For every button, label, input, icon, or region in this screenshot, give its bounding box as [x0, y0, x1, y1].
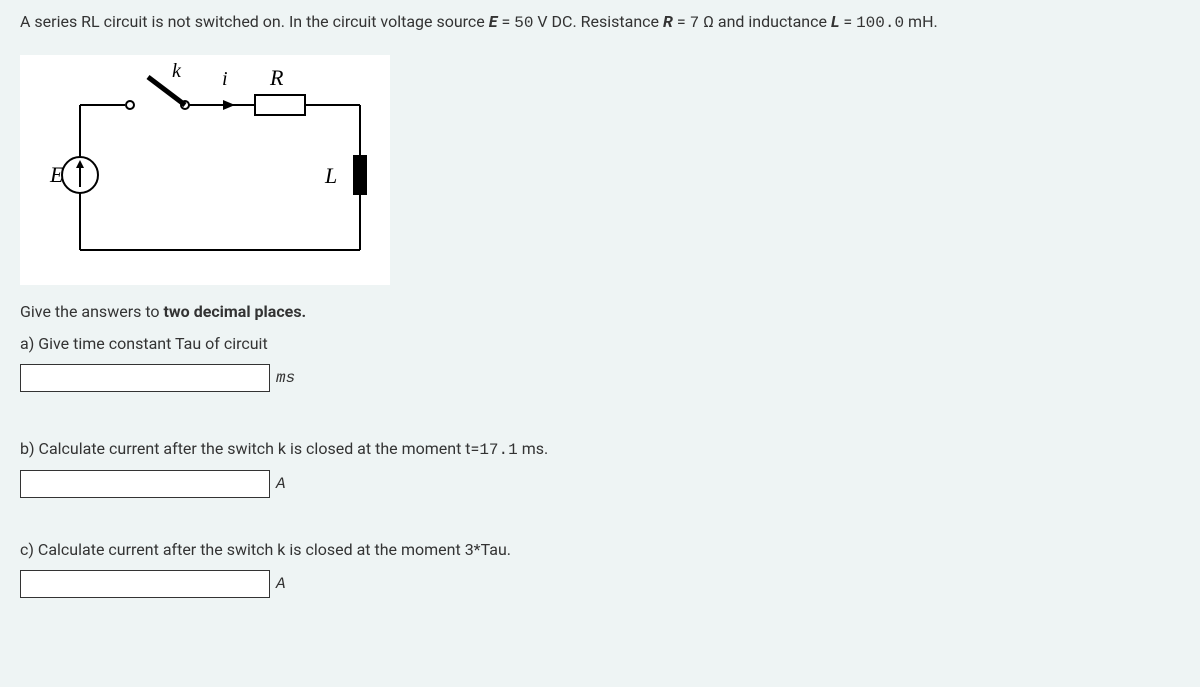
label-L: L [324, 163, 337, 188]
unit-a: ms [276, 366, 295, 390]
var-L-label: L [831, 12, 839, 31]
label-E: E [49, 162, 64, 187]
problem-statement: A series RL circuit is not switched on. … [20, 10, 1180, 35]
R-equals: = [677, 12, 690, 31]
E-unit: V DC. Resistance [537, 12, 663, 31]
unit-c: A [276, 572, 286, 596]
L-equals: = [843, 12, 856, 31]
question-b-text: b) Calculate current after the switch k … [20, 437, 1180, 462]
precision-part1: Give the answers to [20, 302, 164, 321]
answer-input-c[interactable] [20, 570, 270, 598]
var-R-label: R [663, 12, 673, 31]
E-value: 50 [514, 14, 533, 32]
question-b-part2: ms. [518, 439, 548, 458]
question-b-part1: b) Calculate current after the switch k … [20, 439, 479, 458]
question-b-tvalue: 17.1 [479, 441, 517, 459]
precision-bold: two decimal places. [164, 302, 307, 321]
E-equals: = [501, 12, 514, 31]
answer-row-b: A [20, 470, 1180, 498]
intro-text: A series RL circuit is not switched on. … [20, 12, 489, 31]
label-i: i [222, 68, 228, 90]
precision-instruction: Give the answers to two decimal places. [20, 300, 1180, 324]
answer-row-c: A [20, 570, 1180, 598]
question-c-text: c) Calculate current after the switch k … [20, 538, 1180, 562]
answer-input-b[interactable] [20, 470, 270, 498]
label-R: R [269, 65, 284, 90]
R-value: 7 [690, 14, 700, 32]
var-E-label: E [489, 12, 498, 31]
L-unit: mH. [908, 12, 938, 31]
unit-b: A [276, 472, 286, 496]
L-value: 100.0 [856, 14, 904, 32]
R-unit: Ω and inductance [703, 12, 831, 31]
question-a-text: a) Give time constant Tau of circuit [20, 332, 1180, 356]
circuit-diagram: E k i R L [20, 55, 390, 285]
label-k: k [172, 60, 182, 82]
answer-input-a[interactable] [20, 364, 270, 392]
answer-row-a: ms [20, 364, 1180, 392]
